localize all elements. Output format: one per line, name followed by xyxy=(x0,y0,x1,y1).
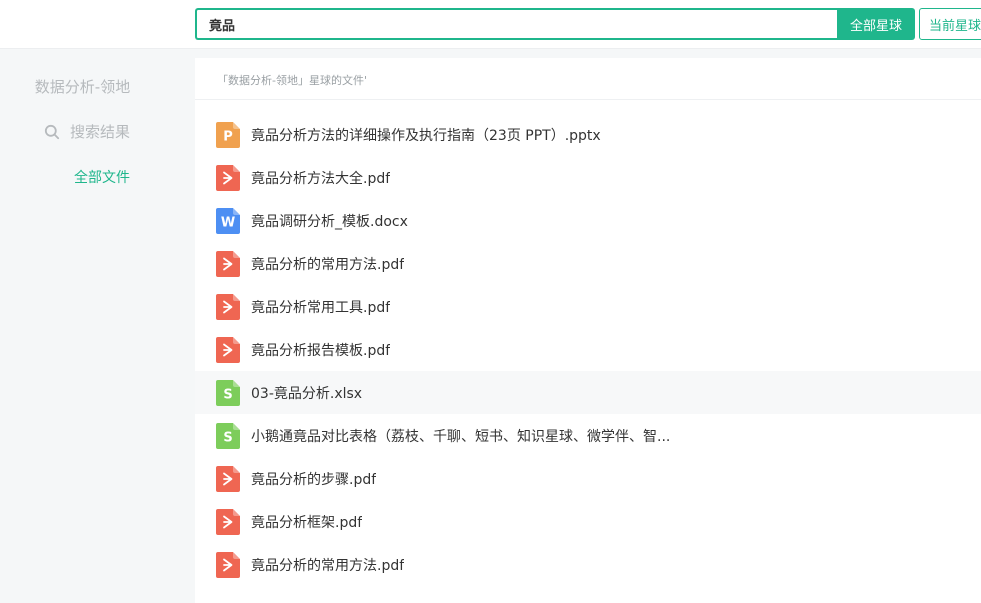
file-name: 竟品分析方法的详细操作及执行指南（23页 PPT）.pptx xyxy=(251,127,601,144)
file-list: P 竟品分析方法的详细操作及执行指南（23页 PPT）.pptx 竟品分析方法大全.… xyxy=(195,113,981,586)
pdf-file-icon xyxy=(216,336,240,363)
pdf-file-icon xyxy=(216,508,240,535)
file-row[interactable]: 竟品分析的常用方法.pdf xyxy=(195,543,981,586)
search-input[interactable] xyxy=(197,10,838,38)
sidebar: 数据分析-领地 搜索结果 全部文件 xyxy=(0,50,195,603)
pdf-file-icon xyxy=(216,250,240,277)
sidebar-item-all-files[interactable]: 全部文件 xyxy=(74,167,130,187)
svg-text:P: P xyxy=(223,129,233,144)
file-name: 竟品调研分析_模板.docx xyxy=(251,213,408,230)
file-row[interactable]: 竟品分析方法大全.pdf xyxy=(195,156,981,199)
search-box[interactable] xyxy=(195,8,838,40)
current-planet-button[interactable]: 当前星球 xyxy=(919,8,981,40)
file-row[interactable]: 竟品分析的步骤.pdf xyxy=(195,457,981,500)
svg-text:S: S xyxy=(223,387,232,402)
pdf-file-icon xyxy=(216,551,240,578)
sidebar-item-label: 搜索结果 xyxy=(70,123,131,141)
pdf-file-icon xyxy=(216,465,240,492)
file-row[interactable]: P 竟品分析方法的详细操作及执行指南（23页 PPT）.pptx xyxy=(195,113,981,156)
file-name: 竟品分析框架.pdf xyxy=(251,514,363,531)
word-file-icon: W xyxy=(216,207,240,234)
file-name: 竟品分析的步骤.pdf xyxy=(251,471,377,488)
file-row[interactable]: 竟品分析框架.pdf xyxy=(195,500,981,543)
search-icon xyxy=(44,124,60,139)
file-name: 竟品分析的常用方法.pdf xyxy=(251,557,405,574)
top-bar: 全部星球 当前星球 xyxy=(0,0,981,49)
divider xyxy=(195,99,981,100)
file-row[interactable]: S 03-竟品分析.xlsx xyxy=(195,371,981,414)
svg-text:S: S xyxy=(223,430,232,445)
breadcrumb: 「数据分析-领地」星球的文件' xyxy=(217,74,367,87)
file-name: 竟品分析常用工具.pdf xyxy=(251,299,391,316)
planet-title: 数据分析-领地 xyxy=(34,78,131,96)
file-row[interactable]: 竟品分析的常用方法.pdf xyxy=(195,242,981,285)
file-name: 竟品分析报告模板.pdf xyxy=(251,342,391,359)
pdf-file-icon xyxy=(216,293,240,320)
file-name: 小鹅通竟品对比表格（荔枝、千聊、短书、知识星球、微学伴、智... xyxy=(251,428,671,445)
file-row[interactable]: S 小鹅通竟品对比表格（荔枝、千聊、短书、知识星球、微学伴、智... xyxy=(195,414,981,457)
file-row[interactable]: W 竟品调研分析_模板.docx xyxy=(195,199,981,242)
file-name: 竟品分析的常用方法.pdf xyxy=(251,256,405,273)
sidebar-item-search-results[interactable]: 搜索结果 xyxy=(44,121,130,142)
sheet-file-icon: S xyxy=(216,422,240,449)
file-name: 竟品分析方法大全.pdf xyxy=(251,170,391,187)
sheet-file-icon: S xyxy=(216,379,240,406)
file-row[interactable]: 竟品分析报告模板.pdf xyxy=(195,328,981,371)
all-planets-button[interactable]: 全部星球 xyxy=(837,8,915,40)
pdf-file-icon xyxy=(216,164,240,191)
ppt-file-icon: P xyxy=(216,121,240,148)
file-panel: 「数据分析-领地」星球的文件' P 竟品分析方法的详细操作及执行指南（23页 PP… xyxy=(195,58,981,603)
svg-text:W: W xyxy=(221,215,235,230)
file-row[interactable]: 竟品分析常用工具.pdf xyxy=(195,285,981,328)
file-name: 03-竟品分析.xlsx xyxy=(251,385,363,402)
